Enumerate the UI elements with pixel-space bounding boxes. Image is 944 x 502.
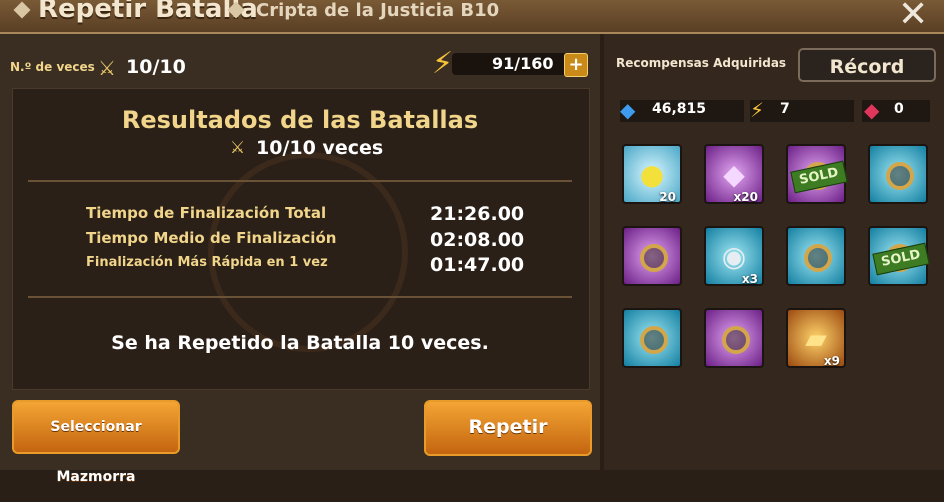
fastest-time-label: Finalización Más Rápida en 1 vez [86, 255, 328, 270]
average-time-label: Tiempo Medio de Finalización [86, 229, 337, 247]
total-time-label: Tiempo de Finalización Total [86, 204, 327, 222]
divider [28, 296, 572, 298]
energy-icon: ⚡ [750, 98, 765, 122]
energy-reward-value: 7 [780, 101, 790, 117]
results-count: 10/10 veces [256, 137, 384, 159]
diamond-left-icon [13, 1, 31, 19]
close-button[interactable]: ✕ [898, 0, 928, 35]
select-dungeon-button[interactable]: Seleccionar Mazmorra [12, 400, 180, 485]
crystal-icon: ◆ [620, 98, 636, 122]
emblem-watermark-icon [208, 152, 408, 352]
ruby-value: 0 [894, 101, 904, 117]
craft-material-icon: ▰ [805, 322, 827, 355]
total-time-value: 21:26.00 [430, 203, 525, 225]
dungeon-name: Cripta de la Justicia B10 [256, 0, 500, 21]
crossed-swords-icon: ⚔ [230, 138, 246, 158]
record-button[interactable]: Récord [798, 48, 936, 82]
summoning-stone-reward[interactable]: ◉ x3 [704, 226, 764, 286]
summoning-stone-icon: ◉ [721, 240, 747, 273]
monster-icon: ● [639, 158, 665, 191]
scroll-icon: ◆ [723, 158, 745, 191]
ruby-icon: ◆ [864, 98, 880, 122]
add-energy-button[interactable]: + [564, 53, 588, 77]
rune-blue-reward[interactable] [786, 226, 846, 286]
reward-qty: x20 [733, 190, 758, 204]
count-value: 10/10 [126, 56, 186, 78]
mystic-scroll-reward[interactable]: ◆ x20 [704, 144, 764, 204]
repeat-button[interactable]: Repetir [424, 400, 592, 456]
title-bar: Repetir Batalla Cripta de la Justicia B1… [0, 0, 944, 35]
monster-reward[interactable]: ● 20 [622, 144, 682, 204]
crossed-swords-icon: ⚔ [98, 56, 116, 80]
count-label: N.º de veces [10, 60, 95, 74]
results-title: Resultados de las Batallas [121, 106, 479, 134]
crystal-value: 46,815 [652, 101, 707, 117]
reward-qty: 20 [659, 190, 676, 204]
rune-blue-reward[interactable] [868, 144, 928, 204]
sold-rune-reward[interactable]: SOLD [786, 144, 848, 204]
rewards-title: Recompensas Adquiridas [616, 56, 787, 70]
average-time-value: 02:08.00 [430, 229, 525, 251]
rune-purple-reward[interactable] [704, 308, 764, 368]
rune-purple-reward[interactable] [622, 226, 682, 286]
energy-value: 91/160 [492, 54, 554, 73]
divider [28, 180, 572, 182]
sold-rune-reward[interactable]: SOLD [868, 226, 930, 286]
rune-icon [722, 326, 750, 354]
rune-icon [886, 162, 914, 190]
rune-icon [804, 244, 832, 272]
reward-qty: x3 [741, 272, 758, 286]
energy-reward-bar [750, 100, 854, 122]
repeated-summary: Se ha Repetido la Batalla 10 veces. [111, 332, 489, 354]
rune-icon [640, 326, 668, 354]
energy-icon: ⚡ [432, 46, 454, 81]
reward-qty: x9 [823, 354, 840, 368]
craft-material-reward[interactable]: ▰ x9 [786, 308, 846, 368]
page-title: Repetir Batalla [38, 0, 258, 24]
fastest-time-value: 01:47.00 [430, 254, 525, 276]
rune-blue-reward[interactable] [622, 308, 682, 368]
rune-icon [640, 244, 668, 272]
